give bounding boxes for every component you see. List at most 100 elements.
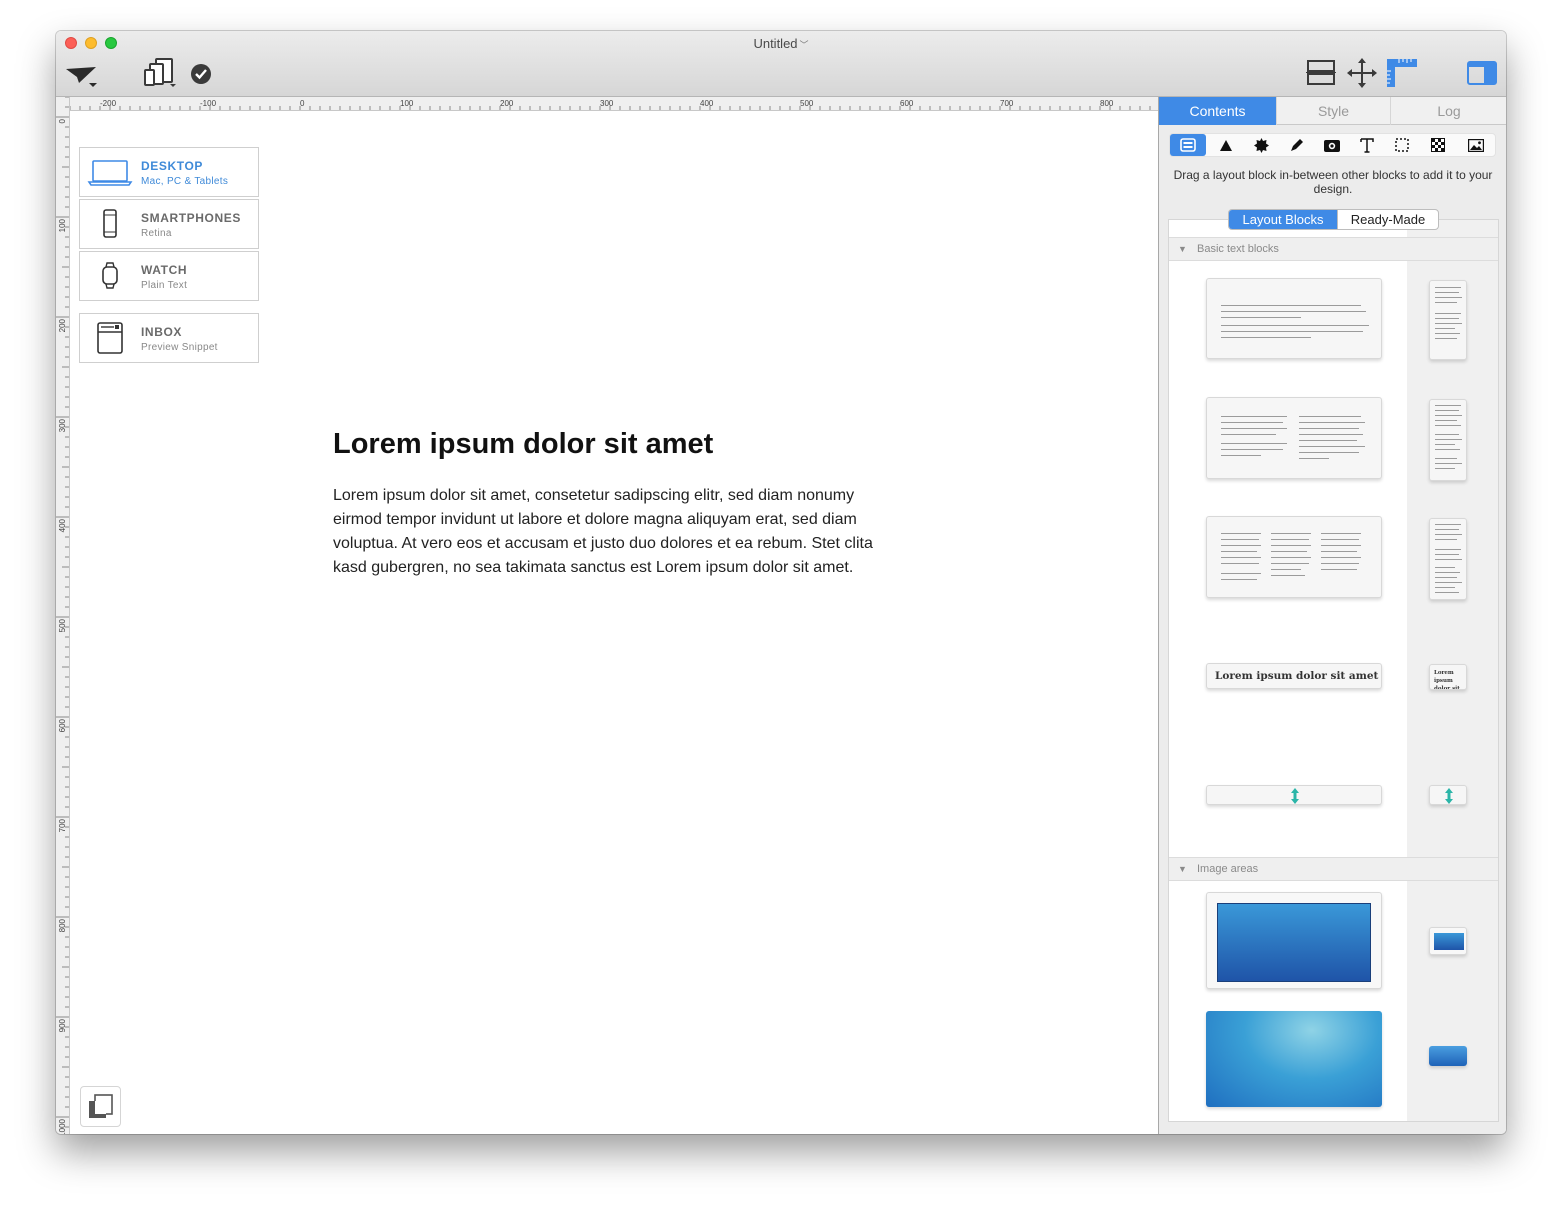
smartphone-icon [103, 209, 117, 238]
image-placeholder [1206, 1011, 1382, 1107]
devices-icon[interactable] [144, 58, 178, 88]
titlebar: Untitled ﹀ [56, 31, 1506, 97]
tab-log[interactable]: Log [1390, 97, 1506, 125]
section-image-areas[interactable]: ▼ Image areas [1169, 857, 1498, 881]
check-icon[interactable] [190, 63, 212, 85]
ruler-label: 1000 [58, 1118, 67, 1134]
device-inbox[interactable]: INBOX Preview Snippet [79, 313, 259, 363]
device-name: DESKTOP [141, 159, 203, 173]
resize-vertical-icon [1445, 788, 1453, 804]
inbox-icon [97, 322, 123, 354]
image-icon [1468, 138, 1484, 152]
block-one-column[interactable] [1206, 278, 1382, 359]
block-image-framed-narrow[interactable] [1429, 927, 1467, 955]
text-icon [1360, 137, 1374, 153]
disclosure-triangle-icon: ▼ [1178, 244, 1187, 254]
selection-tool[interactable] [1384, 134, 1420, 156]
ruler-label: 500 [58, 618, 67, 632]
ruler-label: 700 [58, 818, 67, 832]
device-subtitle: Retina [141, 228, 172, 239]
block-spacer[interactable] [1206, 785, 1382, 805]
block-image-full-narrow[interactable] [1429, 1046, 1467, 1066]
ruler-label: 500 [800, 99, 814, 108]
block-library[interactable]: ▼ Basic text blocks Lorem ipsum dolor si… [1168, 219, 1499, 1122]
ruler-label: 400 [58, 518, 67, 532]
tab-contents[interactable]: Contents [1159, 97, 1276, 125]
ruler-label: 300 [58, 418, 67, 432]
block-two-columns-narrow[interactable] [1429, 399, 1467, 481]
ruler-label: 700 [1000, 99, 1014, 108]
ruler-label: -100 [200, 99, 217, 108]
window-title-text: Untitled [753, 36, 798, 51]
layers-icon [89, 1094, 113, 1118]
design-canvas[interactable]: DESKTOP Mac, PC & Tablets SMARTPHONES Re… [71, 112, 1158, 1134]
ruler-label: 100 [58, 218, 67, 232]
layers-button[interactable] [80, 1086, 121, 1127]
badge-tool[interactable] [1243, 134, 1279, 156]
sidebar-icon[interactable] [1467, 61, 1497, 85]
window-title[interactable]: Untitled ﹀ [56, 36, 1506, 51]
document-body[interactable]: Lorem ipsum dolor sit amet, consetetur s… [333, 484, 893, 580]
text-tool[interactable] [1349, 134, 1385, 156]
pen-tool[interactable] [1278, 134, 1314, 156]
block-two-columns[interactable] [1206, 397, 1382, 479]
badge-icon [1253, 137, 1269, 153]
block-spacer-narrow[interactable] [1429, 785, 1467, 805]
panel-tabs: Contents Style Log [1159, 97, 1506, 125]
chevron-down-icon: ﹀ [799, 40, 809, 50]
device-name: INBOX [141, 325, 183, 339]
block-title-narrow[interactable]: Lorem ipsum dolor sit amet [1429, 664, 1467, 690]
vertical-ruler[interactable]: 0 100 200 300 400 500 600 700 800 900 1000 [56, 97, 70, 1134]
tab-style[interactable]: Style [1276, 97, 1390, 125]
device-desktop[interactable]: DESKTOP Mac, PC & Tablets [79, 147, 259, 197]
inspector-panel: Contents Style Log Drag a layout block i… [1158, 97, 1506, 1134]
triangle-icon [1220, 139, 1232, 151]
ruler-label: 800 [1100, 99, 1114, 108]
section-basic-text-blocks[interactable]: ▼ Basic text blocks [1169, 237, 1498, 261]
block-image-full[interactable] [1206, 1011, 1382, 1107]
ruler-icon[interactable] [1387, 59, 1417, 87]
panel-hint: Drag a layout block in-between other blo… [1173, 168, 1493, 196]
block-three-columns-narrow[interactable] [1429, 518, 1467, 600]
content-type-toolbar [1169, 133, 1496, 157]
device-name: WATCH [141, 263, 188, 277]
shape-tool[interactable] [1208, 134, 1244, 156]
ruler-label: 0 [58, 118, 67, 123]
block-image-framed[interactable] [1206, 892, 1382, 989]
ruler-label: 400 [700, 99, 714, 108]
ruler-label: 200 [58, 318, 67, 332]
section-label: Basic text blocks [1197, 243, 1279, 255]
document-heading[interactable]: Lorem ipsum dolor sit amet [333, 428, 713, 461]
ruler-label: 600 [900, 99, 914, 108]
horizontal-ruler-ticks: -200 -100 0 100 200 300 400 500 600 700 800 [70, 99, 1151, 110]
selection-icon [1395, 138, 1409, 152]
move-icon[interactable] [1347, 58, 1377, 88]
resize-vertical-icon [1291, 788, 1299, 804]
image-tool[interactable] [1458, 134, 1494, 156]
ruler-label: 600 [58, 718, 67, 732]
ruler-label: 0 [300, 99, 305, 108]
ruler-label: 300 [600, 99, 614, 108]
layout-blocks-icon[interactable] [1306, 59, 1336, 87]
device-watch[interactable]: WATCH Plain Text [79, 251, 259, 301]
block-three-columns[interactable] [1206, 516, 1382, 598]
device-smartphones[interactable]: SMARTPHONES Retina [79, 199, 259, 249]
segment-layout-blocks[interactable]: Layout Blocks [1229, 210, 1337, 229]
block-title[interactable]: Lorem ipsum dolor sit amet [1206, 663, 1382, 689]
camera-icon [1324, 139, 1340, 152]
send-icon[interactable] [65, 65, 99, 89]
laptop-icon [87, 160, 133, 186]
horizontal-ruler[interactable]: -200 -100 0 100 200 300 400 500 600 700 800 [70, 97, 1158, 111]
pen-icon [1290, 138, 1303, 151]
segment-ready-made[interactable]: Ready-Made [1337, 210, 1438, 229]
layout-block-tool[interactable] [1170, 134, 1206, 156]
device-name: SMARTPHONES [141, 211, 241, 225]
ruler-label: 100 [400, 99, 414, 108]
watch-icon [102, 262, 118, 289]
layout-block-icon [1180, 138, 1196, 152]
image-placeholder [1217, 903, 1371, 982]
image-placeholder [1429, 1046, 1467, 1066]
pattern-tool[interactable] [1420, 134, 1456, 156]
camera-tool[interactable] [1314, 134, 1350, 156]
block-one-column-narrow[interactable] [1429, 280, 1467, 360]
